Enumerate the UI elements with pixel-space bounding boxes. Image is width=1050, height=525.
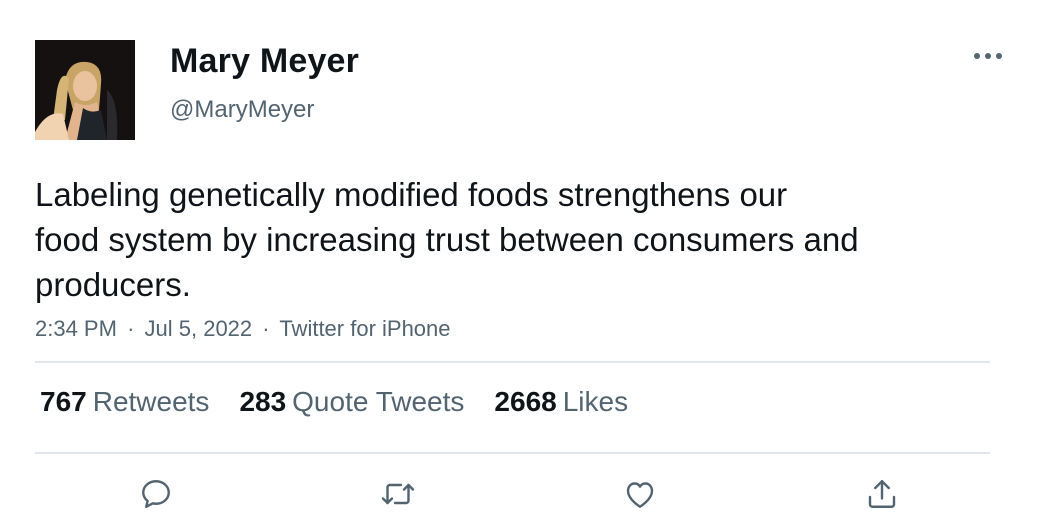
more-dots-icon: [974, 53, 1002, 59]
author-name[interactable]: Mary Meyer: [170, 42, 359, 81]
tweet-text-line: producers.: [35, 266, 191, 303]
retweets-count: 767: [40, 386, 87, 417]
likes-label: Likes: [562, 386, 629, 417]
divider: [35, 452, 990, 454]
meta-separator: ·: [127, 316, 135, 341]
meta-separator: ·: [262, 316, 270, 341]
avatar[interactable]: [35, 40, 135, 140]
tweet-text: Labeling genetically modified foods stre…: [35, 172, 975, 307]
tweet-text-line: food system by increasing trust between …: [35, 221, 859, 258]
retweets-stat[interactable]: 767 Retweets: [40, 386, 209, 418]
tweet-card: Mary Meyer @MaryMeyer Labeling genetical…: [0, 0, 1050, 525]
tweet-text-line: Labeling genetically modified foods stre…: [35, 176, 788, 213]
tweet-time[interactable]: 2:34 PM: [35, 316, 117, 341]
tweet-date[interactable]: Jul 5, 2022: [145, 316, 253, 341]
likes-stat[interactable]: 2668 Likes: [494, 386, 628, 418]
author-handle[interactable]: @MaryMeyer: [170, 96, 314, 124]
retweet-icon: [381, 483, 415, 505]
profile-photo-image: [35, 40, 135, 140]
engagement-stats: 767 Retweets 283 Quote Tweets 2668 Likes: [40, 386, 628, 418]
retweets-label: Retweets: [92, 386, 210, 417]
reply-button[interactable]: [136, 474, 176, 514]
divider: [35, 361, 990, 363]
quote-tweets-stat[interactable]: 283 Quote Tweets: [239, 386, 464, 418]
share-icon: [868, 480, 896, 508]
likes-count: 2668: [494, 386, 557, 417]
quote-tweets-count: 283: [239, 386, 287, 417]
tweet-meta: 2:34 PM · Jul 5, 2022 · Twitter for iPho…: [35, 316, 451, 342]
retweet-button[interactable]: [378, 474, 418, 514]
heart-icon: [626, 482, 654, 508]
more-options-button[interactable]: [968, 40, 1008, 72]
tweet-source[interactable]: Twitter for iPhone: [279, 316, 450, 341]
share-button[interactable]: [862, 474, 902, 514]
reply-icon: [142, 480, 170, 508]
quote-tweets-label: Quote Tweets: [292, 386, 465, 417]
like-button[interactable]: [620, 474, 660, 514]
